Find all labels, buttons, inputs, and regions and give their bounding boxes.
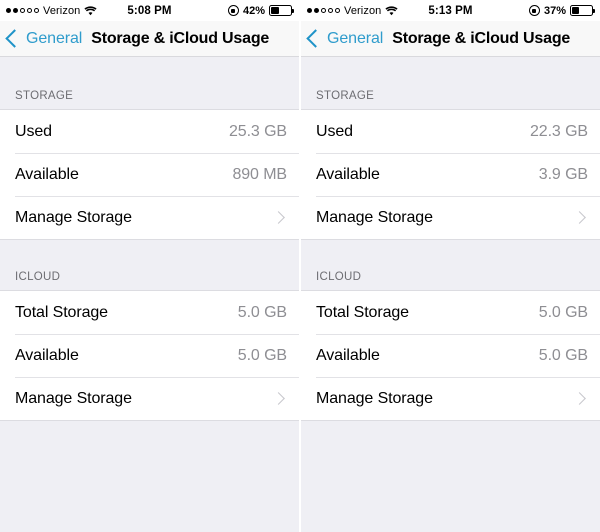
row-label: Used xyxy=(316,122,353,140)
row-value: 25.3 GB xyxy=(228,122,287,140)
chevron-left-icon xyxy=(306,29,325,48)
row-value: 3.9 GB xyxy=(538,165,588,183)
back-button-label: General xyxy=(26,29,83,47)
row-label: Available xyxy=(316,346,380,364)
chevron-right-icon xyxy=(272,392,285,405)
status-bar: Verizon 5:13 PM 37% xyxy=(301,0,600,21)
settings-table: Total Storage 5.0 GB Available 5.0 GB Manage… xyxy=(301,290,600,421)
settings-table: Used 25.3 GB Available 890 MB Manage Storage xyxy=(0,109,299,240)
table-row[interactable]: Available 3.9 GB xyxy=(301,153,600,196)
rotation-lock-icon xyxy=(227,5,239,16)
row-label: Manage Storage xyxy=(316,208,433,226)
settings-content: STORAGE Used 22.3 GB Available 3.9 GB Manage … xyxy=(301,57,600,532)
row-label: Total Storage xyxy=(15,303,108,321)
table-row[interactable]: Used 22.3 GB xyxy=(301,110,600,153)
content-filler xyxy=(0,421,299,532)
table-row[interactable]: Manage Storage xyxy=(301,377,600,420)
chevron-right-icon xyxy=(573,392,586,405)
table-row[interactable]: Total Storage 5.0 GB xyxy=(301,291,600,334)
section-header-icloud: ICLOUD xyxy=(301,240,600,290)
row-label: Total Storage xyxy=(316,303,409,321)
content-filler xyxy=(301,421,600,532)
battery-fill xyxy=(572,7,580,14)
phone-screen-right: Verizon 5:13 PM 37% General Storage & iCloud… xyxy=(301,0,600,532)
settings-table: Total Storage 5.0 GB Available 5.0 GB Manage… xyxy=(0,290,299,421)
battery-percent-label: 42% xyxy=(242,4,265,17)
settings-table: Used 22.3 GB Available 3.9 GB Manage Storage xyxy=(301,109,600,240)
page-title: Storage & iCloud Usage xyxy=(392,29,571,47)
table-row[interactable]: Available 890 MB xyxy=(0,153,299,196)
chevron-left-icon xyxy=(5,29,24,48)
navigation-bar: General Storage & iCloud Usage xyxy=(301,21,600,57)
battery-percent-label: 37% xyxy=(543,4,566,17)
row-value: 5.0 GB xyxy=(237,346,287,364)
row-value: 5.0 GB xyxy=(538,303,588,321)
table-row[interactable]: Manage Storage xyxy=(0,196,299,239)
row-label: Manage Storage xyxy=(15,208,132,226)
table-row[interactable]: Used 25.3 GB xyxy=(0,110,299,153)
row-label: Available xyxy=(316,165,380,183)
screenshot-comparison: Verizon 5:08 PM 42% General Storage & iCloud… xyxy=(0,0,600,532)
battery-icon xyxy=(269,5,294,16)
status-bar-right: 42% xyxy=(227,4,294,17)
row-label: Manage Storage xyxy=(316,389,433,407)
chevron-right-icon xyxy=(272,211,285,224)
page-title: Storage & iCloud Usage xyxy=(91,29,270,47)
row-label: Used xyxy=(15,122,52,140)
section-header-storage: STORAGE xyxy=(301,57,600,109)
table-row[interactable]: Available 5.0 GB xyxy=(0,334,299,377)
status-bar-right: 37% xyxy=(528,4,595,17)
row-label: Available xyxy=(15,346,79,364)
rotation-lock-icon xyxy=(528,5,540,16)
row-value: 890 MB xyxy=(232,165,287,183)
table-row[interactable]: Total Storage 5.0 GB xyxy=(0,291,299,334)
row-label: Manage Storage xyxy=(15,389,132,407)
back-button-label: General xyxy=(327,29,384,47)
battery-fill xyxy=(271,7,279,14)
settings-content: STORAGE Used 25.3 GB Available 890 MB Manage … xyxy=(0,57,299,532)
back-button[interactable]: General xyxy=(306,29,384,48)
back-button[interactable]: General xyxy=(5,29,83,48)
navigation-bar: General Storage & iCloud Usage xyxy=(0,21,299,57)
table-row[interactable]: Manage Storage xyxy=(301,196,600,239)
chevron-right-icon xyxy=(573,211,586,224)
phone-screen-left: Verizon 5:08 PM 42% General Storage & iCloud… xyxy=(0,0,301,532)
row-value: 5.0 GB xyxy=(538,346,588,364)
table-row[interactable]: Manage Storage xyxy=(0,377,299,420)
section-header-icloud: ICLOUD xyxy=(0,240,299,290)
row-label: Available xyxy=(15,165,79,183)
table-row[interactable]: Available 5.0 GB xyxy=(301,334,600,377)
battery-icon xyxy=(570,5,595,16)
section-header-storage: STORAGE xyxy=(0,57,299,109)
row-value: 5.0 GB xyxy=(237,303,287,321)
status-bar: Verizon 5:08 PM 42% xyxy=(0,0,299,21)
row-value: 22.3 GB xyxy=(529,122,588,140)
